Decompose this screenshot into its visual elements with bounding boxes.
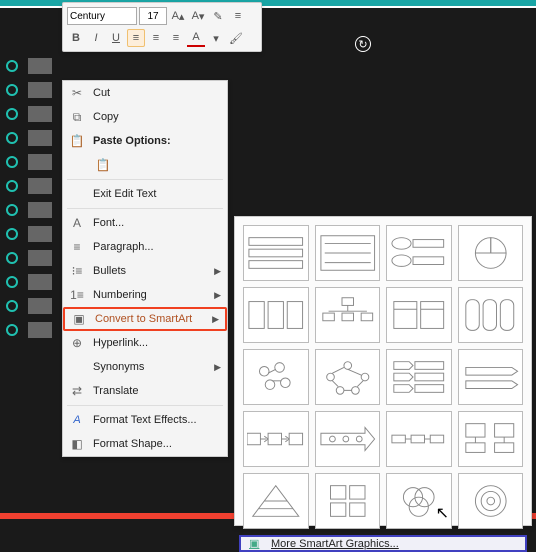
selected-text[interactable]: [28, 298, 52, 314]
submenu-arrow-icon: ▶: [214, 290, 221, 301]
selected-text[interactable]: [28, 202, 52, 218]
selected-text[interactable]: [28, 154, 52, 170]
bullet-icon: [6, 204, 18, 216]
bullet-icon: [6, 252, 18, 264]
menu-convert-to-smartart[interactable]: ▣Convert to SmartArt▶: [63, 307, 227, 331]
underline-button[interactable]: U: [107, 29, 125, 47]
bullet-icon: [6, 180, 18, 192]
bullet-icon: [6, 108, 18, 120]
format-painter-icon[interactable]: 🖌: [227, 29, 245, 47]
menu-exit-edit[interactable]: Exit Edit Text: [63, 182, 227, 206]
menu-translate[interactable]: ⇄Translate: [63, 379, 227, 403]
format-painter-button[interactable]: ✎: [209, 7, 227, 25]
menu-bullets[interactable]: ⁝≡Bullets▶: [63, 259, 227, 283]
bullet-icon: [6, 300, 18, 312]
decrease-indent-button[interactable]: ≡: [229, 7, 247, 25]
font-family-select[interactable]: [67, 7, 137, 25]
smartart-option-basic-block-list[interactable]: [243, 225, 309, 281]
menu-numbering[interactable]: 1≡Numbering▶: [63, 283, 227, 307]
submenu-arrow-icon: ▶: [212, 314, 219, 325]
smartart-option-horizontal-bullet-list[interactable]: [243, 287, 309, 343]
bullet-icon: [6, 60, 18, 72]
font-icon: A: [67, 215, 87, 231]
smartart-option-continuous-arrow-process[interactable]: [315, 411, 381, 467]
more-smartart-graphics[interactable]: ▣ More SmartArt Graphics...: [239, 535, 527, 552]
menu-synonyms[interactable]: Synonyms▶: [63, 355, 227, 379]
smartart-option-continuous-cycle[interactable]: [315, 349, 381, 405]
selected-text[interactable]: [28, 250, 52, 266]
selected-text[interactable]: [28, 82, 52, 98]
font-size-select[interactable]: [139, 7, 167, 25]
smartart-option-vertical-chevron-list[interactable]: [386, 349, 452, 405]
bullet-icon: [6, 132, 18, 144]
hyperlink-icon: ⊕: [67, 335, 87, 351]
smartart-icon: ▣: [69, 311, 89, 327]
selected-text[interactable]: [28, 58, 52, 74]
smartart-option-hierarchy[interactable]: [315, 287, 381, 343]
smartart-flyout: ▣ More SmartArt Graphics... ↖: [234, 216, 532, 526]
selected-text[interactable]: [28, 322, 52, 338]
align-right-button[interactable]: ≡: [167, 29, 185, 47]
slide-text-box: [6, 58, 68, 346]
smartart-option-basic-venn[interactable]: [386, 473, 452, 529]
align-center-button[interactable]: ≡: [147, 29, 165, 47]
cut-icon: ✂: [67, 85, 87, 101]
translate-icon: ⇄: [67, 383, 87, 399]
numbering-icon: 1≡: [67, 287, 87, 303]
smartart-option-grouped-list[interactable]: [458, 287, 524, 343]
menu-copy[interactable]: ⧉Copy: [63, 105, 227, 129]
rotate-handle[interactable]: ↻: [355, 36, 371, 52]
context-menu: ✂Cut ⧉Copy 📋Paste Options: 📋 Exit Edit T…: [62, 80, 228, 457]
selected-text[interactable]: [28, 226, 52, 242]
bullet-icon: [6, 84, 18, 96]
smartart-option-arrow-ribbon[interactable]: [458, 349, 524, 405]
menu-cut[interactable]: ✂Cut: [63, 81, 227, 105]
menu-paste-options: 📋Paste Options:: [63, 129, 227, 153]
smartart-option-picture-accent-list[interactable]: [458, 411, 524, 467]
bold-button[interactable]: B: [67, 29, 85, 47]
more-smartart-label: More SmartArt Graphics...: [271, 538, 399, 550]
smartart-option-basic-process[interactable]: [243, 411, 309, 467]
mini-toolbar: A▴ A▾ ✎ ≡ B I U ≡ ≡ ≡ A ▾ 🖌: [62, 2, 262, 52]
selected-text[interactable]: [28, 178, 52, 194]
text-effects-icon: A: [67, 412, 87, 428]
copy-icon: ⧉: [67, 109, 87, 125]
grow-font-button[interactable]: A▴: [169, 7, 187, 25]
smartart-option-matrix[interactable]: [315, 473, 381, 529]
smartart-option-segmented-process[interactable]: [458, 225, 524, 281]
smartart-option-basic-target[interactable]: [458, 473, 524, 529]
menu-format-shape[interactable]: ◧Format Shape...: [63, 432, 227, 456]
smartart-option-table-list[interactable]: [386, 287, 452, 343]
font-color-dropdown[interactable]: ▾: [207, 29, 225, 47]
smartart-option-pyramid[interactable]: [243, 473, 309, 529]
bullets-icon: ⁝≡: [67, 263, 87, 279]
smartart-option-vertical-bullet-list[interactable]: [315, 225, 381, 281]
align-left-button[interactable]: ≡: [127, 29, 145, 47]
bullet-icon: [6, 276, 18, 288]
smartart-option-radial-cluster[interactable]: [243, 349, 309, 405]
shrink-font-button[interactable]: A▾: [189, 7, 207, 25]
smartart-option-vertical-box-list[interactable]: [386, 225, 452, 281]
menu-paragraph[interactable]: ≡Paragraph...: [63, 235, 227, 259]
italic-button[interactable]: I: [87, 29, 105, 47]
submenu-arrow-icon: ▶: [214, 362, 221, 373]
font-color-button[interactable]: A: [187, 29, 205, 47]
format-shape-icon: ◧: [67, 436, 87, 452]
selected-text[interactable]: [28, 106, 52, 122]
clipboard-icon: 📋: [93, 157, 113, 173]
paragraph-icon: ≡: [67, 239, 87, 255]
smartart-more-icon: ▣: [249, 537, 265, 550]
selected-text[interactable]: [28, 274, 52, 290]
selected-text[interactable]: [28, 130, 52, 146]
bullet-icon: [6, 156, 18, 168]
paste-icon: 📋: [67, 133, 87, 149]
bullet-icon: [6, 324, 18, 336]
menu-format-text-effects[interactable]: AFormat Text Effects...: [63, 408, 227, 432]
bullet-icon: [6, 228, 18, 240]
smartart-option-accent-process[interactable]: [386, 411, 452, 467]
menu-font[interactable]: AFont...: [63, 211, 227, 235]
submenu-arrow-icon: ▶: [214, 266, 221, 277]
menu-paste-variant[interactable]: 📋: [63, 153, 227, 177]
menu-hyperlink[interactable]: ⊕Hyperlink...: [63, 331, 227, 355]
